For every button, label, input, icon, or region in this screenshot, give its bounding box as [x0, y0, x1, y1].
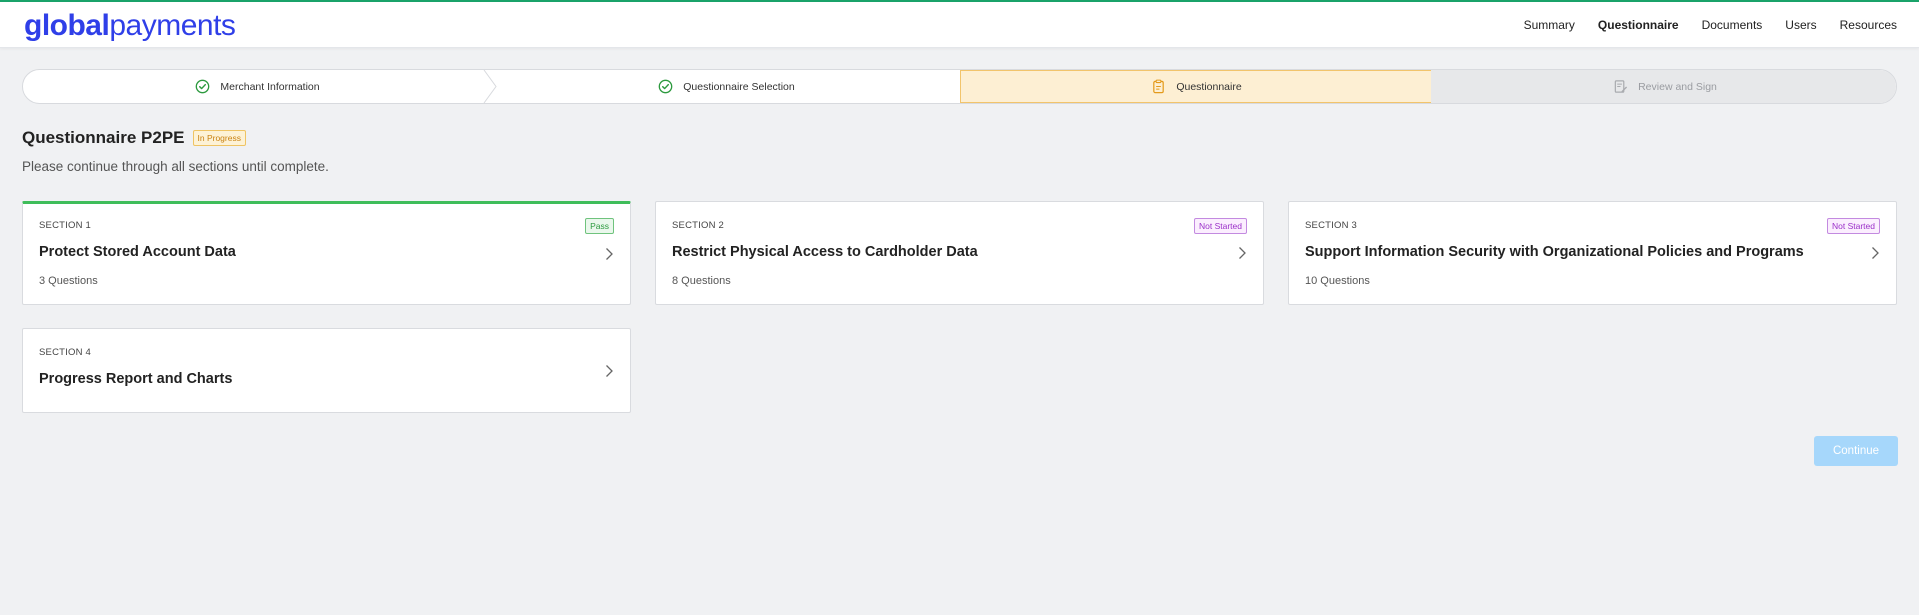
progress-stepper: Merchant Information Questionnaire Selec… [22, 69, 1897, 104]
section-number: SECTION 4 [39, 347, 91, 358]
top-nav: Summary Questionnaire Documents Users Re… [1524, 2, 1897, 48]
section-title: Support Information Security with Organi… [1305, 244, 1804, 260]
logo-text-payments: payments [109, 9, 236, 42]
chevron-right-icon [606, 248, 613, 260]
logo-text-global: global [24, 9, 110, 42]
status-badge: Not Started [1194, 218, 1247, 234]
check-circle-icon [657, 79, 673, 95]
step-label: Questionnaire [1176, 80, 1242, 93]
nav-questionnaire[interactable]: Questionnaire [1598, 18, 1679, 32]
step-label: Review and Sign [1638, 80, 1717, 93]
chevron-right-icon [1872, 247, 1879, 259]
check-circle-icon [194, 79, 210, 95]
section-title: Protect Stored Account Data [39, 244, 236, 260]
section-title: Restrict Physical Access to Cardholder D… [672, 244, 978, 260]
chevron-right-icon [606, 364, 613, 377]
step-label: Merchant Information [220, 80, 320, 93]
step-merchant-information[interactable]: Merchant Information [23, 70, 491, 103]
continue-button[interactable]: Continue [1814, 436, 1898, 466]
nav-users[interactable]: Users [1785, 18, 1816, 32]
step-label: Questionnaire Selection [683, 80, 795, 93]
page-title: Questionnaire P2PE [22, 128, 185, 147]
status-badge: Pass [585, 218, 614, 234]
nav-summary[interactable]: Summary [1524, 18, 1575, 32]
sign-document-icon [1612, 79, 1628, 95]
section-number: SECTION 3 [1305, 220, 1357, 231]
step-review-and-sign: Review and Sign [1431, 70, 1896, 103]
clipboard-icon [1150, 79, 1166, 95]
question-count: 3 Questions [39, 275, 98, 287]
section-card-4[interactable]: SECTION 4 Progress Report and Charts [22, 328, 631, 413]
step-questionnaire-selection[interactable]: Questionnaire Selection [491, 70, 961, 103]
nav-documents[interactable]: Documents [1702, 18, 1763, 32]
section-card-2[interactable]: SECTION 2 Not Started Restrict Physical … [655, 201, 1264, 305]
question-count: 8 Questions [672, 275, 731, 287]
question-count: 10 Questions [1305, 275, 1370, 287]
global-payments-logo[interactable]: global payments [24, 8, 236, 44]
chevron-right-icon [1239, 247, 1246, 259]
section-title: Progress Report and Charts [39, 371, 233, 387]
status-badge: In Progress [192, 130, 246, 146]
status-badge: Not Started [1827, 218, 1880, 234]
section-number: SECTION 1 [39, 220, 91, 231]
section-card-3[interactable]: SECTION 3 Not Started Support Informatio… [1288, 201, 1897, 305]
page-heading: Questionnaire P2PE In Progress [22, 128, 246, 148]
step-questionnaire-current[interactable]: Questionnaire [960, 70, 1432, 103]
section-card-1[interactable]: SECTION 1 Pass Protect Stored Account Da… [22, 201, 631, 305]
page-subtitle: Please continue through all sections unt… [22, 159, 329, 174]
app-header: global payments Summary Questionnaire Doc… [0, 2, 1919, 48]
nav-resources[interactable]: Resources [1840, 18, 1897, 32]
section-number: SECTION 2 [672, 220, 724, 231]
